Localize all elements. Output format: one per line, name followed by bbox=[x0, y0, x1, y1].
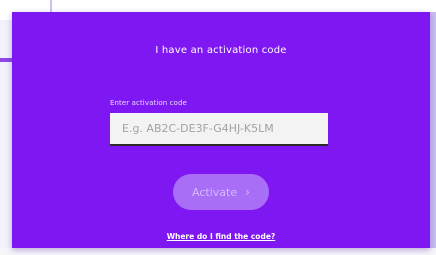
where-find-code-link[interactable]: Where do I find the code? bbox=[167, 232, 276, 241]
activation-panel: I have an activation code Enter activati… bbox=[12, 12, 430, 248]
chevron-right-icon: › bbox=[245, 185, 250, 199]
background-bottom bbox=[0, 248, 436, 255]
panel-title: I have an activation code bbox=[155, 45, 287, 56]
page: I have an activation code Enter activati… bbox=[0, 0, 436, 255]
activate-button-label: Activate bbox=[192, 185, 238, 199]
background-accent-line bbox=[0, 58, 12, 62]
activation-code-label: Enter activation code bbox=[110, 99, 187, 107]
background-left-panel bbox=[0, 20, 12, 255]
activation-code-input[interactable] bbox=[110, 113, 328, 146]
panel-edge bbox=[430, 12, 436, 248]
activate-button[interactable]: Activate › bbox=[173, 174, 269, 210]
help-link-container: Where do I find the code? bbox=[12, 224, 430, 243]
